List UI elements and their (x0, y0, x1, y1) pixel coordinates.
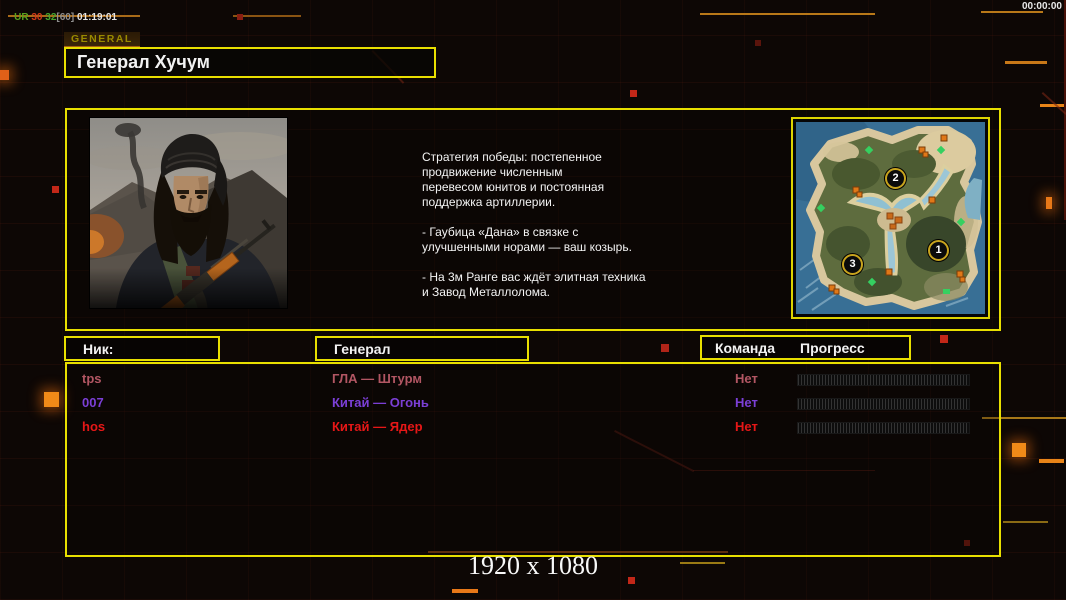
bg-line (700, 13, 875, 15)
player-name: hos (82, 419, 106, 434)
column-header-team-progress: Команда Прогресс (700, 335, 911, 360)
player-row: 007 Китай — Огонь Нет (67, 391, 999, 415)
player-team: Нет (735, 371, 758, 386)
nick-header-label: Ник: (83, 340, 114, 357)
resolution-label: 1920 x 1080 (468, 551, 598, 580)
bg-square (52, 186, 59, 193)
progress-bar (797, 398, 970, 410)
strategy-paragraph: Стратегия победы: постепенное продвижени… (422, 150, 605, 209)
performance-overlay: UR 30 32[60] 01:19:01 (3, 1, 117, 34)
bg-line (1039, 459, 1064, 463)
game-clock: 00:00:00 (1021, 1, 1062, 12)
bg-square (630, 90, 637, 97)
bg-square (1012, 443, 1026, 457)
player-row: hos Китай — Ядер Нет (67, 415, 999, 439)
bg-square (940, 335, 948, 343)
perf-segment: UR (14, 12, 32, 23)
column-header-general: Генерал (315, 336, 529, 361)
map-art (756, 102, 985, 314)
general-portrait (68, 117, 295, 333)
perf-segment: 01:19:01 (76, 12, 117, 23)
start-position-3: 3 (842, 254, 863, 275)
tab-general[interactable]: GENERAL (64, 32, 140, 48)
progress-bar (797, 422, 970, 434)
bg-square (755, 40, 761, 46)
player-general: Китай — Ядер (332, 419, 423, 434)
page-title: Генерал Хучум (77, 52, 210, 72)
player-list-panel: tps ГЛА — Штурм Нет 007 Китай — Огонь Не… (65, 362, 1001, 557)
bg-square (1046, 197, 1052, 209)
perf-segment: 32 (45, 12, 57, 23)
player-general: Китай — Огонь (332, 395, 429, 410)
strategy-paragraph: - Гаубица «Дана» в связке с улучшенными … (422, 225, 632, 254)
start-position-1: 1 (928, 240, 949, 261)
strategy-text: Стратегия победы: постепенное продвижени… (422, 150, 712, 315)
general-header-label: Генерал (334, 340, 391, 357)
lobby-screen: UR 30 32[60] 01:19:01 00:00:00 GENERAL Г… (0, 0, 1066, 600)
bg-square (661, 344, 669, 352)
map-preview: 1 2 3 (756, 102, 990, 319)
general-title-box: Генерал Хучум (64, 47, 436, 78)
player-name: tps (82, 371, 102, 386)
progress-bar (797, 374, 970, 386)
bg-square (44, 392, 59, 407)
player-team: Нет (735, 395, 758, 410)
bg-line (1005, 61, 1047, 64)
progress-header-label: Прогресс (800, 339, 865, 356)
column-header-nick: Ник: (64, 336, 220, 361)
map-image: 1 2 3 (756, 102, 985, 314)
player-team: Нет (735, 419, 758, 434)
strategy-paragraph: - На 3м Ранге вас ждёт элитная техника и… (422, 270, 646, 299)
bg-line (1003, 521, 1048, 523)
player-name: 007 (82, 395, 104, 410)
bg-square (237, 14, 243, 20)
team-header-label: Команда (715, 339, 775, 356)
player-row: tps ГЛА — Штурм Нет (67, 367, 999, 391)
bg-line (452, 589, 478, 593)
bg-square (0, 70, 9, 80)
player-general: ГЛА — Штурм (332, 371, 422, 386)
bg-line (233, 15, 301, 17)
perf-segment: [60] (56, 12, 77, 23)
perf-segment: 30 (31, 12, 46, 23)
portrait-art (68, 118, 295, 333)
start-position-2: 2 (885, 168, 906, 189)
